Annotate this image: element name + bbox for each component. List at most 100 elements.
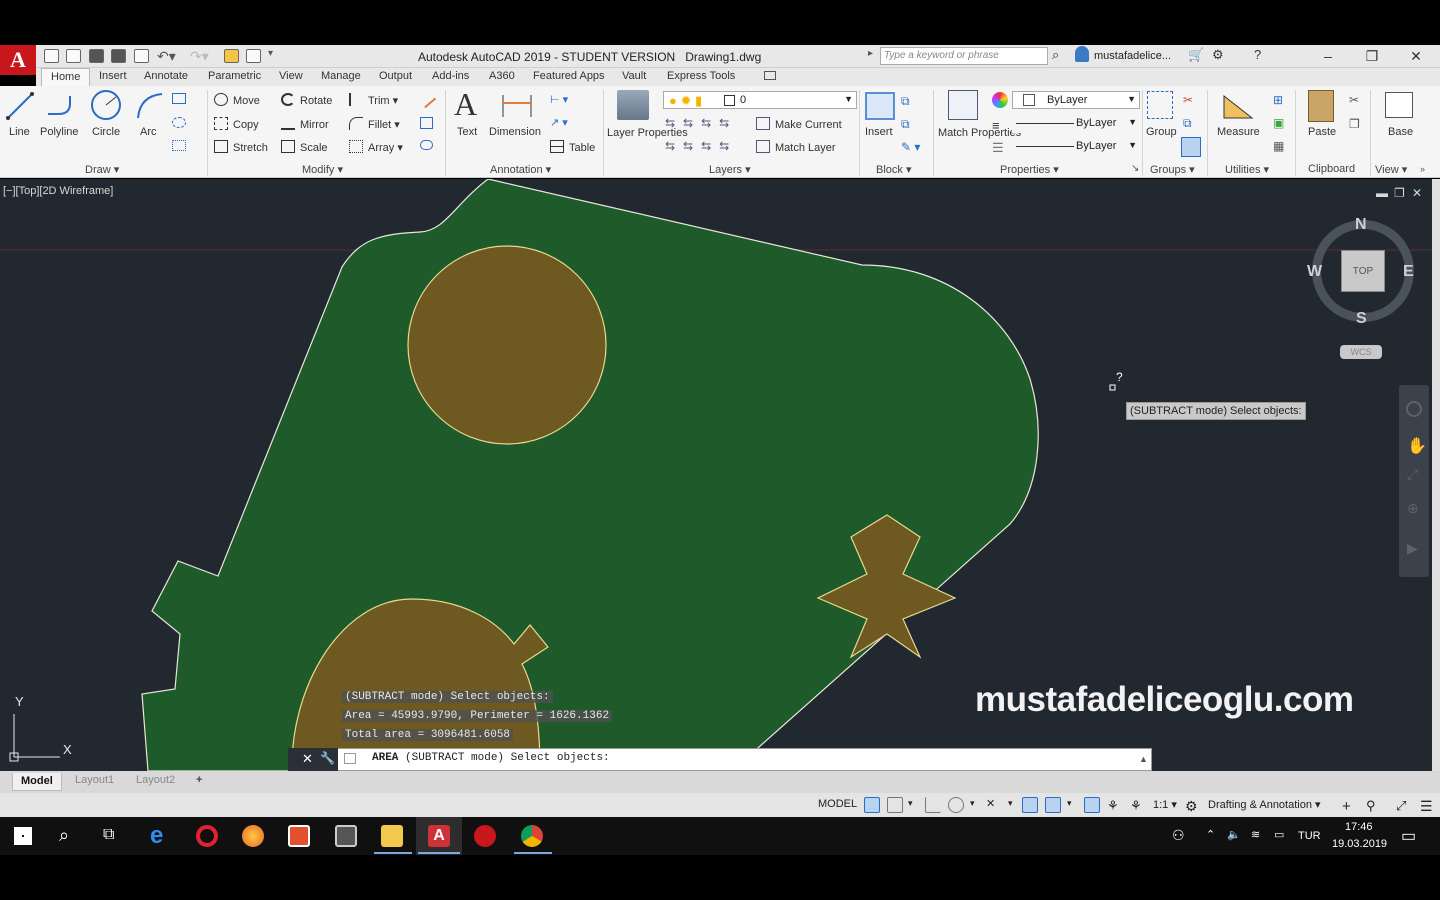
- workspace-switcher[interactable]: Drafting & Annotation ▾: [1208, 798, 1321, 811]
- viewcube-west[interactable]: W: [1307, 263, 1322, 281]
- panel-title-annotation[interactable]: Annotation ▾: [490, 163, 551, 176]
- base-button[interactable]: Base: [1388, 126, 1413, 138]
- match-layer-button[interactable]: Match Layer: [756, 140, 836, 154]
- add-layout-button[interactable]: +: [196, 774, 202, 786]
- restore-button[interactable]: ❐: [1358, 47, 1386, 65]
- block-attributes-icon[interactable]: ✎ ▾: [901, 140, 920, 154]
- layer-dropdown[interactable]: ● ✹ ▮ 0 ▼: [663, 91, 857, 109]
- open-file-icon[interactable]: [66, 49, 81, 63]
- search-arrow-icon[interactable]: ▸: [868, 48, 873, 59]
- mirror-button[interactable]: Mirror: [281, 117, 329, 131]
- markup-icon[interactable]: ↗ ▾: [550, 116, 568, 129]
- object-snap-icon[interactable]: [1045, 797, 1061, 813]
- calculator-icon[interactable]: ▦: [1273, 139, 1284, 153]
- tab-featured-apps[interactable]: Featured Apps: [533, 70, 605, 82]
- layer-tools-row1-icons[interactable]: ⇆⇆⇆⇆: [665, 116, 737, 130]
- viewcube-south[interactable]: S: [1356, 310, 1367, 328]
- offset-icon[interactable]: [420, 140, 433, 150]
- annotation-visibility-icon[interactable]: [1084, 797, 1100, 813]
- action-center-icon[interactable]: ▭: [1401, 826, 1416, 846]
- explode-icon[interactable]: [420, 117, 433, 129]
- rotate-button[interactable]: Rotate: [281, 93, 332, 107]
- panel-title-draw[interactable]: Draw ▾: [85, 163, 119, 176]
- tab-annotate[interactable]: Annotate: [144, 70, 188, 82]
- array-button[interactable]: Array ▾: [349, 140, 403, 154]
- scale-button[interactable]: Scale: [281, 140, 328, 154]
- ortho-icon[interactable]: [925, 797, 941, 813]
- command-prompt[interactable]: AREA (SUBTRACT mode) Select objects:: [372, 752, 610, 764]
- auto-scale-icon[interactable]: ⚘: [1107, 798, 1119, 814]
- tab-vault[interactable]: Vault: [622, 70, 646, 82]
- new-file-icon[interactable]: [44, 49, 59, 63]
- grid-icon[interactable]: [864, 797, 880, 813]
- tab-a360[interactable]: A360: [489, 70, 515, 82]
- ungroup-icon[interactable]: ✂: [1183, 93, 1193, 107]
- qat-dropdown-icon[interactable]: ▾: [268, 48, 273, 59]
- measure-button[interactable]: Measure: [1217, 126, 1260, 138]
- minimize-button[interactable]: –: [1314, 47, 1342, 65]
- cart-icon[interactable]: 🛒: [1188, 47, 1204, 63]
- panel-title-modify[interactable]: Modify ▾: [302, 163, 343, 176]
- panel-title-block[interactable]: Block ▾: [876, 163, 911, 176]
- snap-icon[interactable]: [887, 797, 903, 813]
- lineweight-dropdown[interactable]: ByLayer ▼: [1012, 138, 1140, 156]
- layer-tools-row2-icons[interactable]: ⇆⇆⇆⇆: [665, 139, 737, 153]
- panel-title-groups[interactable]: Groups ▾: [1150, 163, 1195, 176]
- tray-chevron-icon[interactable]: ⌃: [1206, 828, 1215, 841]
- panel-title-properties[interactable]: Properties ▾: [1000, 163, 1059, 176]
- select-all-icon[interactable]: ▣: [1273, 116, 1284, 130]
- create-block-icon[interactable]: ⧉: [901, 94, 910, 109]
- clock-time[interactable]: 17:46: [1345, 821, 1373, 833]
- cut-icon[interactable]: ✂: [1349, 93, 1359, 107]
- panel-title-utilities[interactable]: Utilities ▾: [1225, 163, 1269, 176]
- battery-icon[interactable]: ▭: [1274, 828, 1284, 841]
- input-language[interactable]: TUR: [1298, 830, 1321, 842]
- annotation-scale-icon[interactable]: ⚘: [1130, 798, 1142, 814]
- polyline-icon[interactable]: [44, 90, 76, 122]
- move-button[interactable]: Move: [214, 93, 260, 107]
- insert-block-icon[interactable]: [865, 92, 895, 120]
- paste-icon[interactable]: [1308, 90, 1334, 122]
- make-current-button[interactable]: Make Current: [756, 117, 842, 131]
- group-selection-icon[interactable]: [1181, 137, 1201, 157]
- solidworks-icon[interactable]: [474, 825, 496, 847]
- tab-parametric[interactable]: Parametric: [208, 70, 261, 82]
- snap-dropdown-icon[interactable]: ▾: [908, 798, 913, 809]
- rectangle-icon[interactable]: [172, 93, 186, 104]
- tab-manage[interactable]: Manage: [321, 70, 361, 82]
- tab-output[interactable]: Output: [379, 70, 412, 82]
- polar-icon[interactable]: [948, 797, 964, 813]
- circle-button[interactable]: Circle: [92, 126, 120, 138]
- close-command-icon[interactable]: ✕: [302, 751, 313, 767]
- command-history-toggle-icon[interactable]: ▲: [1139, 754, 1148, 764]
- edit-block-icon[interactable]: ⧉: [901, 117, 910, 132]
- ribbon-overflow-icon[interactable]: »: [1420, 164, 1425, 174]
- polar-dropdown-icon[interactable]: ▾: [970, 798, 975, 809]
- showmotion-icon[interactable]: ▶: [1407, 540, 1418, 557]
- quick-select-icon[interactable]: ⊞: [1273, 93, 1283, 107]
- plus-icon[interactable]: +: [1342, 798, 1351, 815]
- customize-wrench-icon[interactable]: 🔧: [320, 751, 335, 765]
- arc-button[interactable]: Arc: [140, 126, 157, 138]
- viewcube-east[interactable]: E: [1403, 263, 1414, 281]
- screen-recorder-icon[interactable]: [335, 825, 357, 847]
- trim-button[interactable]: Trim ▾: [349, 93, 398, 107]
- measure-icon[interactable]: [1222, 92, 1254, 120]
- leader-icon[interactable]: ⊢ ▾: [550, 93, 568, 106]
- match-properties-icon[interactable]: [948, 90, 978, 120]
- zoom-extents-icon[interactable]: ⤢: [1407, 466, 1418, 483]
- line-icon[interactable]: [5, 90, 35, 122]
- orbit-icon[interactable]: ⊕: [1407, 500, 1419, 517]
- panel-title-view[interactable]: View ▾: [1375, 163, 1407, 176]
- windows-start-icon[interactable]: [14, 827, 32, 845]
- tab-view[interactable]: View: [279, 70, 303, 82]
- dimension-icon[interactable]: [500, 91, 534, 121]
- paste-button[interactable]: Paste: [1308, 126, 1336, 138]
- tab-model[interactable]: Model: [12, 773, 62, 791]
- people-icon[interactable]: ⚇: [1172, 827, 1185, 844]
- workspace-gear-icon[interactable]: ⚙: [1185, 798, 1198, 815]
- binoculars-icon[interactable]: ⌕: [1052, 47, 1059, 63]
- boundary-icon[interactable]: [172, 140, 186, 151]
- insert-button[interactable]: Insert: [865, 126, 893, 138]
- fillet-button[interactable]: Fillet ▾: [349, 117, 400, 131]
